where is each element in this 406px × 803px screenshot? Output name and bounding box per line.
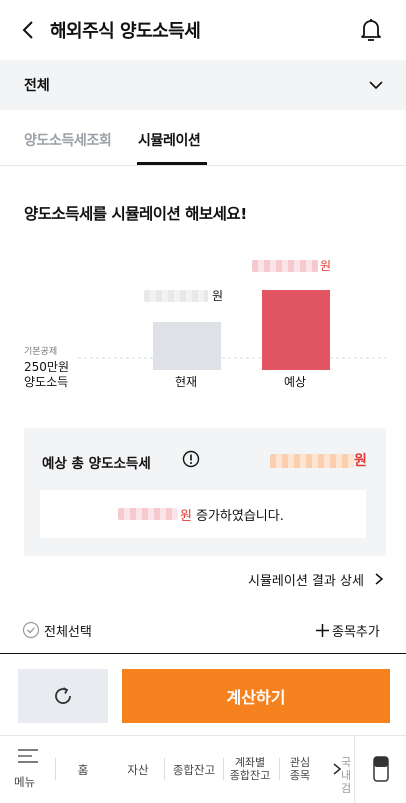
nav-watchlist[interactable]: 관심 종목 xyxy=(282,736,318,803)
baseline-label-1: 기본공제 xyxy=(24,346,57,357)
simulation-headline: 양도소득세를 시뮬레이션 해보세요! xyxy=(24,205,247,223)
reset-button[interactable] xyxy=(18,669,108,723)
back-arrow-icon[interactable] xyxy=(18,18,40,42)
nav-divider xyxy=(55,758,56,780)
select-all-label[interactable]: 전체선택 xyxy=(44,621,92,640)
nav-home[interactable]: 홈 xyxy=(62,736,104,803)
nav-menu-label: 메뉴 xyxy=(14,775,36,789)
tab-simulation[interactable]: 시뮬레이션 xyxy=(138,130,201,150)
chevron-down-icon xyxy=(369,81,383,90)
baseline-label-3: 양도소득 xyxy=(24,375,68,389)
expected-total-tax-unit: 원 xyxy=(354,453,367,469)
nav-divider xyxy=(164,758,165,780)
nav-balance-by-account[interactable]: 계좌별 종합잔고 xyxy=(224,736,276,803)
calculate-button[interactable]: 계산하기 xyxy=(122,669,390,723)
category-label-current: 현재 xyxy=(175,375,197,389)
summary-box: 예상 총 양도소득세 원 원 증가하였습니다. xyxy=(24,428,386,556)
tax-comparison-chart: 기본공제 250만원 양도소득 현재 예상 원 원 xyxy=(0,240,406,400)
nav-menu[interactable]: 메뉴 xyxy=(8,736,50,803)
change-message-card: 원 증가하였습니다. xyxy=(40,490,366,538)
change-amount-masked xyxy=(118,508,178,520)
change-amount-unit: 원 xyxy=(180,509,192,524)
nav-assets[interactable]: 자산 xyxy=(117,736,159,803)
nav-truncated-item[interactable]: 국내 검 xyxy=(338,736,354,803)
category-label-expected: 예상 xyxy=(284,375,306,389)
select-row: 전체선택 종목추가 xyxy=(0,612,406,654)
nav-total-balance[interactable]: 종합잔고 xyxy=(168,736,220,803)
bell-icon[interactable] xyxy=(357,16,385,44)
nav-label-line2: 종합잔고 xyxy=(229,769,271,782)
tab-bar: 양도소득세조회 시뮬레이션 xyxy=(0,110,406,166)
nav-label-line2: 종목 xyxy=(289,769,311,782)
bar-expected xyxy=(262,290,330,370)
page-title: 해외주식 양도소득세 xyxy=(50,21,201,42)
menu-icon xyxy=(18,749,38,763)
expected-total-tax-masked xyxy=(270,454,354,468)
nav-label-line1: 국내 xyxy=(340,756,352,782)
nav-handle-area[interactable] xyxy=(354,736,406,803)
baseline-label-2: 250만원 xyxy=(24,360,69,374)
expected-value-masked xyxy=(252,260,318,272)
bottom-nav: 메뉴 홈 자산 종합잔고 계좌별 종합잔고 관심 종목 국내 검 xyxy=(0,735,406,803)
nav-label-line1: 계좌별 xyxy=(234,756,266,769)
plus-icon[interactable] xyxy=(316,624,329,637)
account-label: 전체 xyxy=(24,78,50,94)
bar-current xyxy=(153,322,221,370)
simulation-detail-link[interactable]: 시뮬레이션 결과 상세 xyxy=(248,570,364,589)
nav-divider xyxy=(279,758,280,780)
add-stock-button[interactable]: 종목추가 xyxy=(332,621,380,640)
tab-tax-inquiry[interactable]: 양도소득세조회 xyxy=(24,130,112,150)
info-icon[interactable] xyxy=(182,450,200,468)
check-circle-icon[interactable] xyxy=(22,621,40,639)
chart-canvas: 기본공제 250만원 양도소득 현재 예상 xyxy=(24,290,386,389)
current-value-masked xyxy=(144,290,208,302)
expected-value-unit: 원 xyxy=(320,259,332,273)
phone-icon xyxy=(373,756,389,782)
nav-label-line1: 관심 xyxy=(289,756,311,769)
header: 해외주식 양도소득세 xyxy=(0,0,406,60)
refresh-icon xyxy=(55,687,71,704)
change-message-text: 증가하였습니다. xyxy=(196,509,284,524)
expected-total-tax-label: 예상 총 양도소득세 xyxy=(42,456,151,472)
nav-label-line2: 검 xyxy=(340,782,352,795)
active-tab-indicator xyxy=(137,162,207,165)
account-selector[interactable]: 전체 xyxy=(0,60,406,110)
current-value-unit: 원 xyxy=(212,289,224,303)
chevron-right-icon[interactable] xyxy=(374,572,384,586)
